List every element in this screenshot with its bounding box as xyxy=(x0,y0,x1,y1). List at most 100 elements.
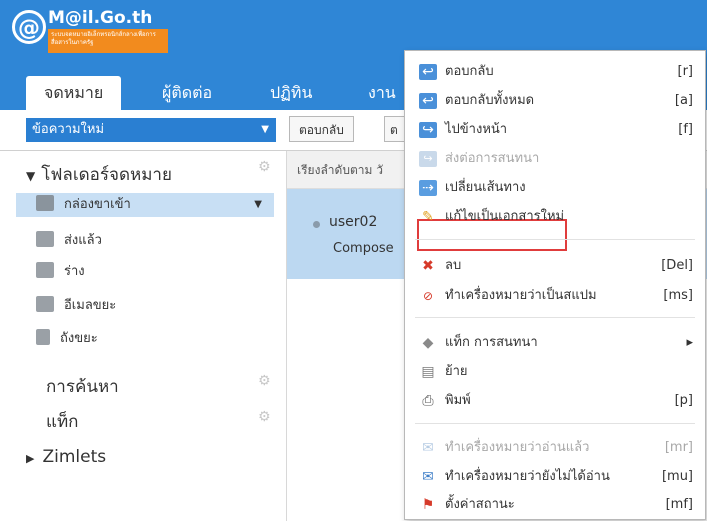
menu-item-label: แก้ไขเป็นเอกสารใหม่ xyxy=(445,209,565,224)
search-section[interactable]: การค้นหา xyxy=(46,373,119,400)
menu-item-label: ตอบกลับ xyxy=(445,64,494,79)
chevron-down-icon[interactable]: ▼ xyxy=(254,193,262,217)
collapse-icon[interactable]: ▼ xyxy=(26,169,35,183)
tab-calendar[interactable]: ปฏิทิน xyxy=(270,76,312,110)
tab-contacts[interactable]: ผู้ติดต่อ xyxy=(162,76,212,110)
menu-item-delete[interactable]: ✖ ลบ [Del] xyxy=(405,253,705,279)
menu-item-shortcut: [ms] xyxy=(663,288,693,303)
inbox-icon xyxy=(36,195,54,211)
trash-icon xyxy=(36,329,50,345)
menu-item-reply[interactable]: ↩ ตอบกลับ [r] xyxy=(405,59,705,85)
menu-separator xyxy=(415,239,695,240)
next-button[interactable]: ต xyxy=(384,116,406,142)
zimlets-section[interactable]: ▶ Zimlets xyxy=(26,447,106,467)
menu-item-shortcut: [p] xyxy=(674,393,693,408)
forward-conversation-icon: ↪ xyxy=(419,151,437,167)
gear-icon[interactable]: ⚙ xyxy=(258,159,271,175)
menu-item-shortcut: [a] xyxy=(674,93,693,108)
menu-item-shortcut: [f] xyxy=(678,122,693,137)
spam-icon: ⊘ xyxy=(422,289,434,303)
folder-inbox[interactable]: กล่องขาเข้า ▼ xyxy=(16,193,274,217)
folder-junk[interactable]: อีเมลขยะ xyxy=(36,294,116,318)
menu-item-shortcut: [mf] xyxy=(665,497,693,512)
mark-read-icon: ✉ xyxy=(422,440,434,456)
menu-item-reply-all[interactable]: ↩ ตอบกลับทั้งหมด [a] xyxy=(405,88,705,114)
menu-item-shortcut: [mr] xyxy=(664,440,693,455)
menu-item-mark-read: ✉ ทำเครื่องหมายว่าอ่านแล้ว [mr] xyxy=(405,435,705,461)
forward-icon: ↪ xyxy=(419,122,437,138)
folder-label: ถังขยะ xyxy=(60,331,98,346)
menu-item-mark-spam[interactable]: ⊘ ทำเครื่องหมายว่าเป็นสแปม [ms] xyxy=(405,283,705,309)
menu-item-move[interactable]: ▤ ย้าย xyxy=(405,359,705,385)
menu-item-label: ตั้งค่าสถานะ xyxy=(445,497,515,512)
logo-text: M@il.Go.th xyxy=(48,8,153,28)
menu-item-label: ลบ xyxy=(445,258,462,273)
gear-icon[interactable]: ⚙ xyxy=(258,373,271,389)
reply-button[interactable]: ตอบกลับ xyxy=(289,116,354,142)
menu-item-print[interactable]: ⎙ พิมพ์ [p] xyxy=(405,388,705,414)
sent-icon xyxy=(36,231,54,247)
folder-trash[interactable]: ถังขยะ xyxy=(36,327,98,351)
reply-icon: ↩ xyxy=(419,64,437,80)
folder-label: กล่องขาเข้า xyxy=(64,197,131,212)
menu-item-label: ไปข้างหน้า xyxy=(445,122,508,137)
menu-item-redirect[interactable]: ⇢ เปลี่ยนเส้นทาง xyxy=(405,175,705,201)
folder-label: อีเมลขยะ xyxy=(64,298,117,313)
menu-item-shortcut: [Del] xyxy=(661,258,693,273)
message-sender: user02 xyxy=(329,214,378,230)
tab-tasks[interactable]: งาน xyxy=(368,76,396,110)
menu-item-shortcut: [mu] xyxy=(661,469,693,484)
message-subject: Compose xyxy=(333,241,394,256)
folder-label: ส่งแล้ว xyxy=(64,233,102,248)
gear-icon[interactable]: ⚙ xyxy=(258,409,271,425)
tag-icon: ◆ xyxy=(422,335,434,351)
folders-title: โฟลเดอร์จดหมาย xyxy=(41,165,172,185)
tab-mail[interactable]: จดหมาย xyxy=(26,76,122,110)
mark-unread-icon: ✉ xyxy=(422,469,434,485)
menu-item-label: ทำเครื่องหมายว่าอ่านแล้ว xyxy=(445,440,590,455)
menu-item-shortcut: [r] xyxy=(677,64,694,79)
menu-item-label: ย้าย xyxy=(445,364,468,379)
redirect-icon: ⇢ xyxy=(419,180,437,196)
menu-item-forward-conversation: ↪ ส่งต่อการสนทนา xyxy=(405,146,705,172)
expand-icon[interactable]: ▶ xyxy=(26,452,34,465)
menu-item-label: ทำเครื่องหมายว่าเป็นสแปม xyxy=(445,288,597,303)
unread-dot-icon xyxy=(313,221,320,228)
print-icon: ⎙ xyxy=(422,393,434,409)
menu-separator xyxy=(415,317,695,318)
tags-section[interactable]: แท็ก xyxy=(46,408,78,435)
chevron-down-icon[interactable]: ▼ xyxy=(261,118,269,142)
chevron-right-icon: ▸ xyxy=(686,335,693,350)
zimlets-label: Zimlets xyxy=(42,447,107,467)
folder-label: ร่าง xyxy=(64,264,85,279)
edit-icon: ✎ xyxy=(422,209,434,225)
menu-item-label: ทำเครื่องหมายว่ายังไม่ได้อ่าน xyxy=(445,469,610,484)
menu-item-label: เปลี่ยนเส้นทาง xyxy=(445,180,526,195)
context-menu: ↩ ตอบกลับ [r] ↩ ตอบกลับทั้งหมด [a] ↪ ไปข… xyxy=(404,50,706,520)
new-message-button[interactable]: ข้อความใหม่ ▼ xyxy=(26,118,276,142)
menu-item-flag[interactable]: ⚑ ตั้งค่าสถานะ [mf] xyxy=(405,492,705,518)
logo-badge: ระบบจดหมายอิเล็กทรอนิกส์กลางเพื่อการสื่อ… xyxy=(48,29,168,53)
menu-item-label: พิมพ์ xyxy=(445,393,471,408)
folder-sent[interactable]: ส่งแล้ว xyxy=(36,229,102,253)
delete-icon: ✖ xyxy=(422,258,434,274)
flag-icon: ⚑ xyxy=(421,497,435,513)
drafts-icon xyxy=(36,262,54,278)
menu-item-tag-conversation[interactable]: ◆ แท็ก การสนทนา ▸ xyxy=(405,330,705,356)
menu-item-mark-unread[interactable]: ✉ ทำเครื่องหมายว่ายังไม่ได้อ่าน [mu] xyxy=(405,464,705,490)
logo-mark: @ xyxy=(12,10,46,44)
menu-item-forward[interactable]: ↪ ไปข้างหน้า [f] xyxy=(405,117,705,143)
folders-header[interactable]: ▼ โฟลเดอร์จดหมาย xyxy=(26,161,172,188)
reply-all-icon: ↩ xyxy=(419,93,437,109)
menu-separator xyxy=(415,423,695,424)
junk-icon xyxy=(36,296,54,312)
folder-sidebar: ▼ โฟลเดอร์จดหมาย ⚙ กล่องขาเข้า ▼ ส่งแล้ว … xyxy=(0,151,287,521)
menu-item-edit-as-new[interactable]: ✎ แก้ไขเป็นเอกสารใหม่ xyxy=(405,204,705,230)
menu-item-label: แท็ก การสนทนา xyxy=(445,335,538,350)
menu-item-label: ตอบกลับทั้งหมด xyxy=(445,93,535,108)
move-icon: ▤ xyxy=(421,364,435,380)
app-logo[interactable]: @ M@il.Go.th ระบบจดหมายอิเล็กทรอนิกส์กลา… xyxy=(12,6,170,62)
folder-drafts[interactable]: ร่าง xyxy=(36,260,85,284)
menu-item-label: ส่งต่อการสนทนา xyxy=(445,151,540,166)
new-message-label: ข้อความใหม่ xyxy=(32,122,105,137)
